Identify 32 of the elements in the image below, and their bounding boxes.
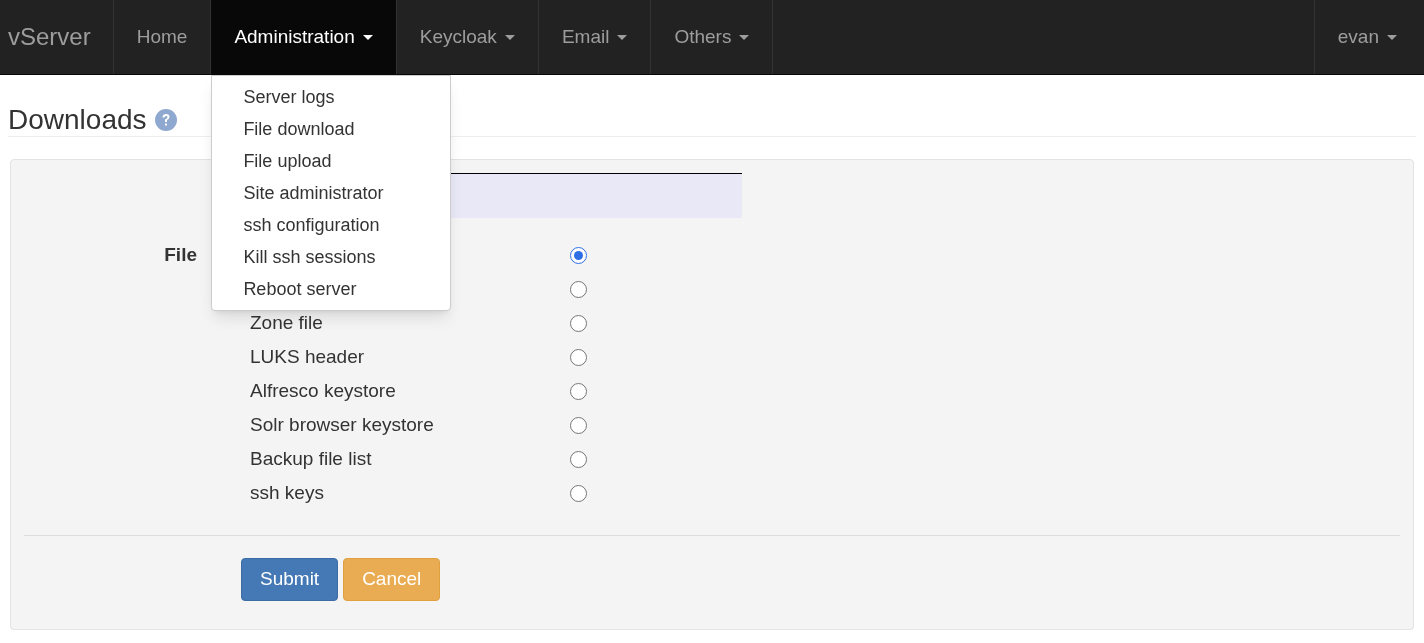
field-label: File — [164, 242, 197, 267]
brand-link[interactable]: vServer — [0, 0, 114, 74]
option-label: LUKS header — [250, 345, 365, 367]
radio-button[interactable] — [570, 280, 587, 298]
caret-icon — [1387, 34, 1397, 40]
dropdown-item[interactable]: File upload — [212, 145, 451, 177]
radio-button[interactable] — [570, 484, 587, 502]
dropdown-item[interactable]: File download — [212, 113, 451, 145]
help-icon[interactable] — [154, 108, 177, 131]
radio-button[interactable] — [570, 246, 587, 264]
nav-item[interactable]: Email — [538, 0, 652, 74]
radio-button[interactable] — [570, 314, 587, 332]
radio-button[interactable] — [570, 382, 587, 400]
user-menu[interactable]: evan — [1313, 0, 1420, 74]
dropdown-item[interactable]: Server logs — [212, 81, 451, 113]
dropdown-item[interactable]: Kill ssh sessions — [212, 241, 451, 273]
option-label: ssh keys — [250, 481, 324, 503]
radio-button[interactable] — [570, 450, 587, 468]
radio-button[interactable] — [570, 348, 587, 366]
dropdown-item[interactable]: Site administrator — [212, 177, 451, 209]
option-label: Zone file — [250, 311, 323, 333]
option-label: Solr browser keystore — [250, 413, 434, 435]
option-label: Backup file list — [250, 447, 372, 469]
page-title: Downloads — [8, 103, 147, 136]
nav-item[interactable]: Keycloak — [396, 0, 539, 74]
option-label: Alfresco keystore — [250, 379, 396, 401]
nav-item[interactable]: Others — [651, 0, 774, 74]
radio-button[interactable] — [570, 416, 587, 434]
nav-item[interactable]: Administration — [211, 0, 397, 74]
dropdown-item[interactable]: ssh configuration — [212, 209, 451, 241]
dropdown-item[interactable]: Reboot server — [212, 273, 451, 305]
form-button[interactable]: Submit — [241, 558, 339, 601]
